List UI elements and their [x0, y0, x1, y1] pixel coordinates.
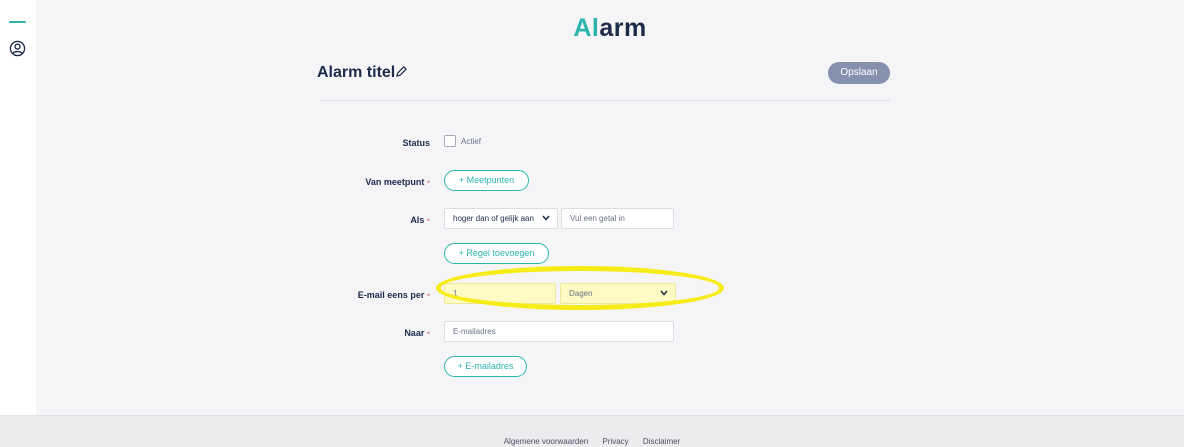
footer-link-privacy[interactable]: Privacy	[602, 437, 628, 446]
divider	[320, 100, 890, 101]
add-meetpunten-button[interactable]: + Meetpunten	[444, 170, 529, 191]
add-email-button[interactable]: + E-mailadres	[444, 356, 527, 377]
naar-label: Naar •	[404, 328, 430, 338]
status-checkbox[interactable]	[444, 135, 456, 147]
operator-select[interactable]: hoger dan of gelijk aan	[444, 208, 558, 229]
status-checkbox-label: Actief	[461, 137, 482, 146]
highlight-ellipse	[436, 266, 724, 310]
status-label: Status	[402, 138, 430, 148]
add-rule-button[interactable]: + Regel toevoegen	[444, 243, 549, 264]
user-circle-icon[interactable]	[9, 40, 26, 57]
pencil-icon[interactable]	[395, 65, 408, 78]
meetpunt-label: Van meetpunt •	[365, 177, 430, 187]
footer-link-disclaimer[interactable]: Disclaimer	[643, 437, 680, 446]
footer-link-terms[interactable]: Algemene voorwaarden	[504, 437, 589, 446]
als-label: Als •	[410, 215, 430, 225]
email-interval-label: E-mail eens per •	[357, 290, 430, 300]
chevron-down-icon	[542, 215, 550, 221]
threshold-input[interactable]: Vul een getal in	[561, 208, 674, 229]
app-title: Alarm	[573, 14, 647, 42]
sidebar	[0, 0, 36, 447]
main-content: Alarm Alarm titel Opslaan Status Actief …	[36, 0, 1184, 415]
email-address-input[interactable]: E-mailadres	[444, 321, 674, 342]
save-button[interactable]: Opslaan	[828, 62, 890, 84]
alarm-title: Alarm titel	[317, 64, 396, 81]
menu-line-icon[interactable]	[9, 21, 26, 23]
footer-links: Algemene voorwaarden Privacy Disclaimer	[0, 437, 1184, 446]
